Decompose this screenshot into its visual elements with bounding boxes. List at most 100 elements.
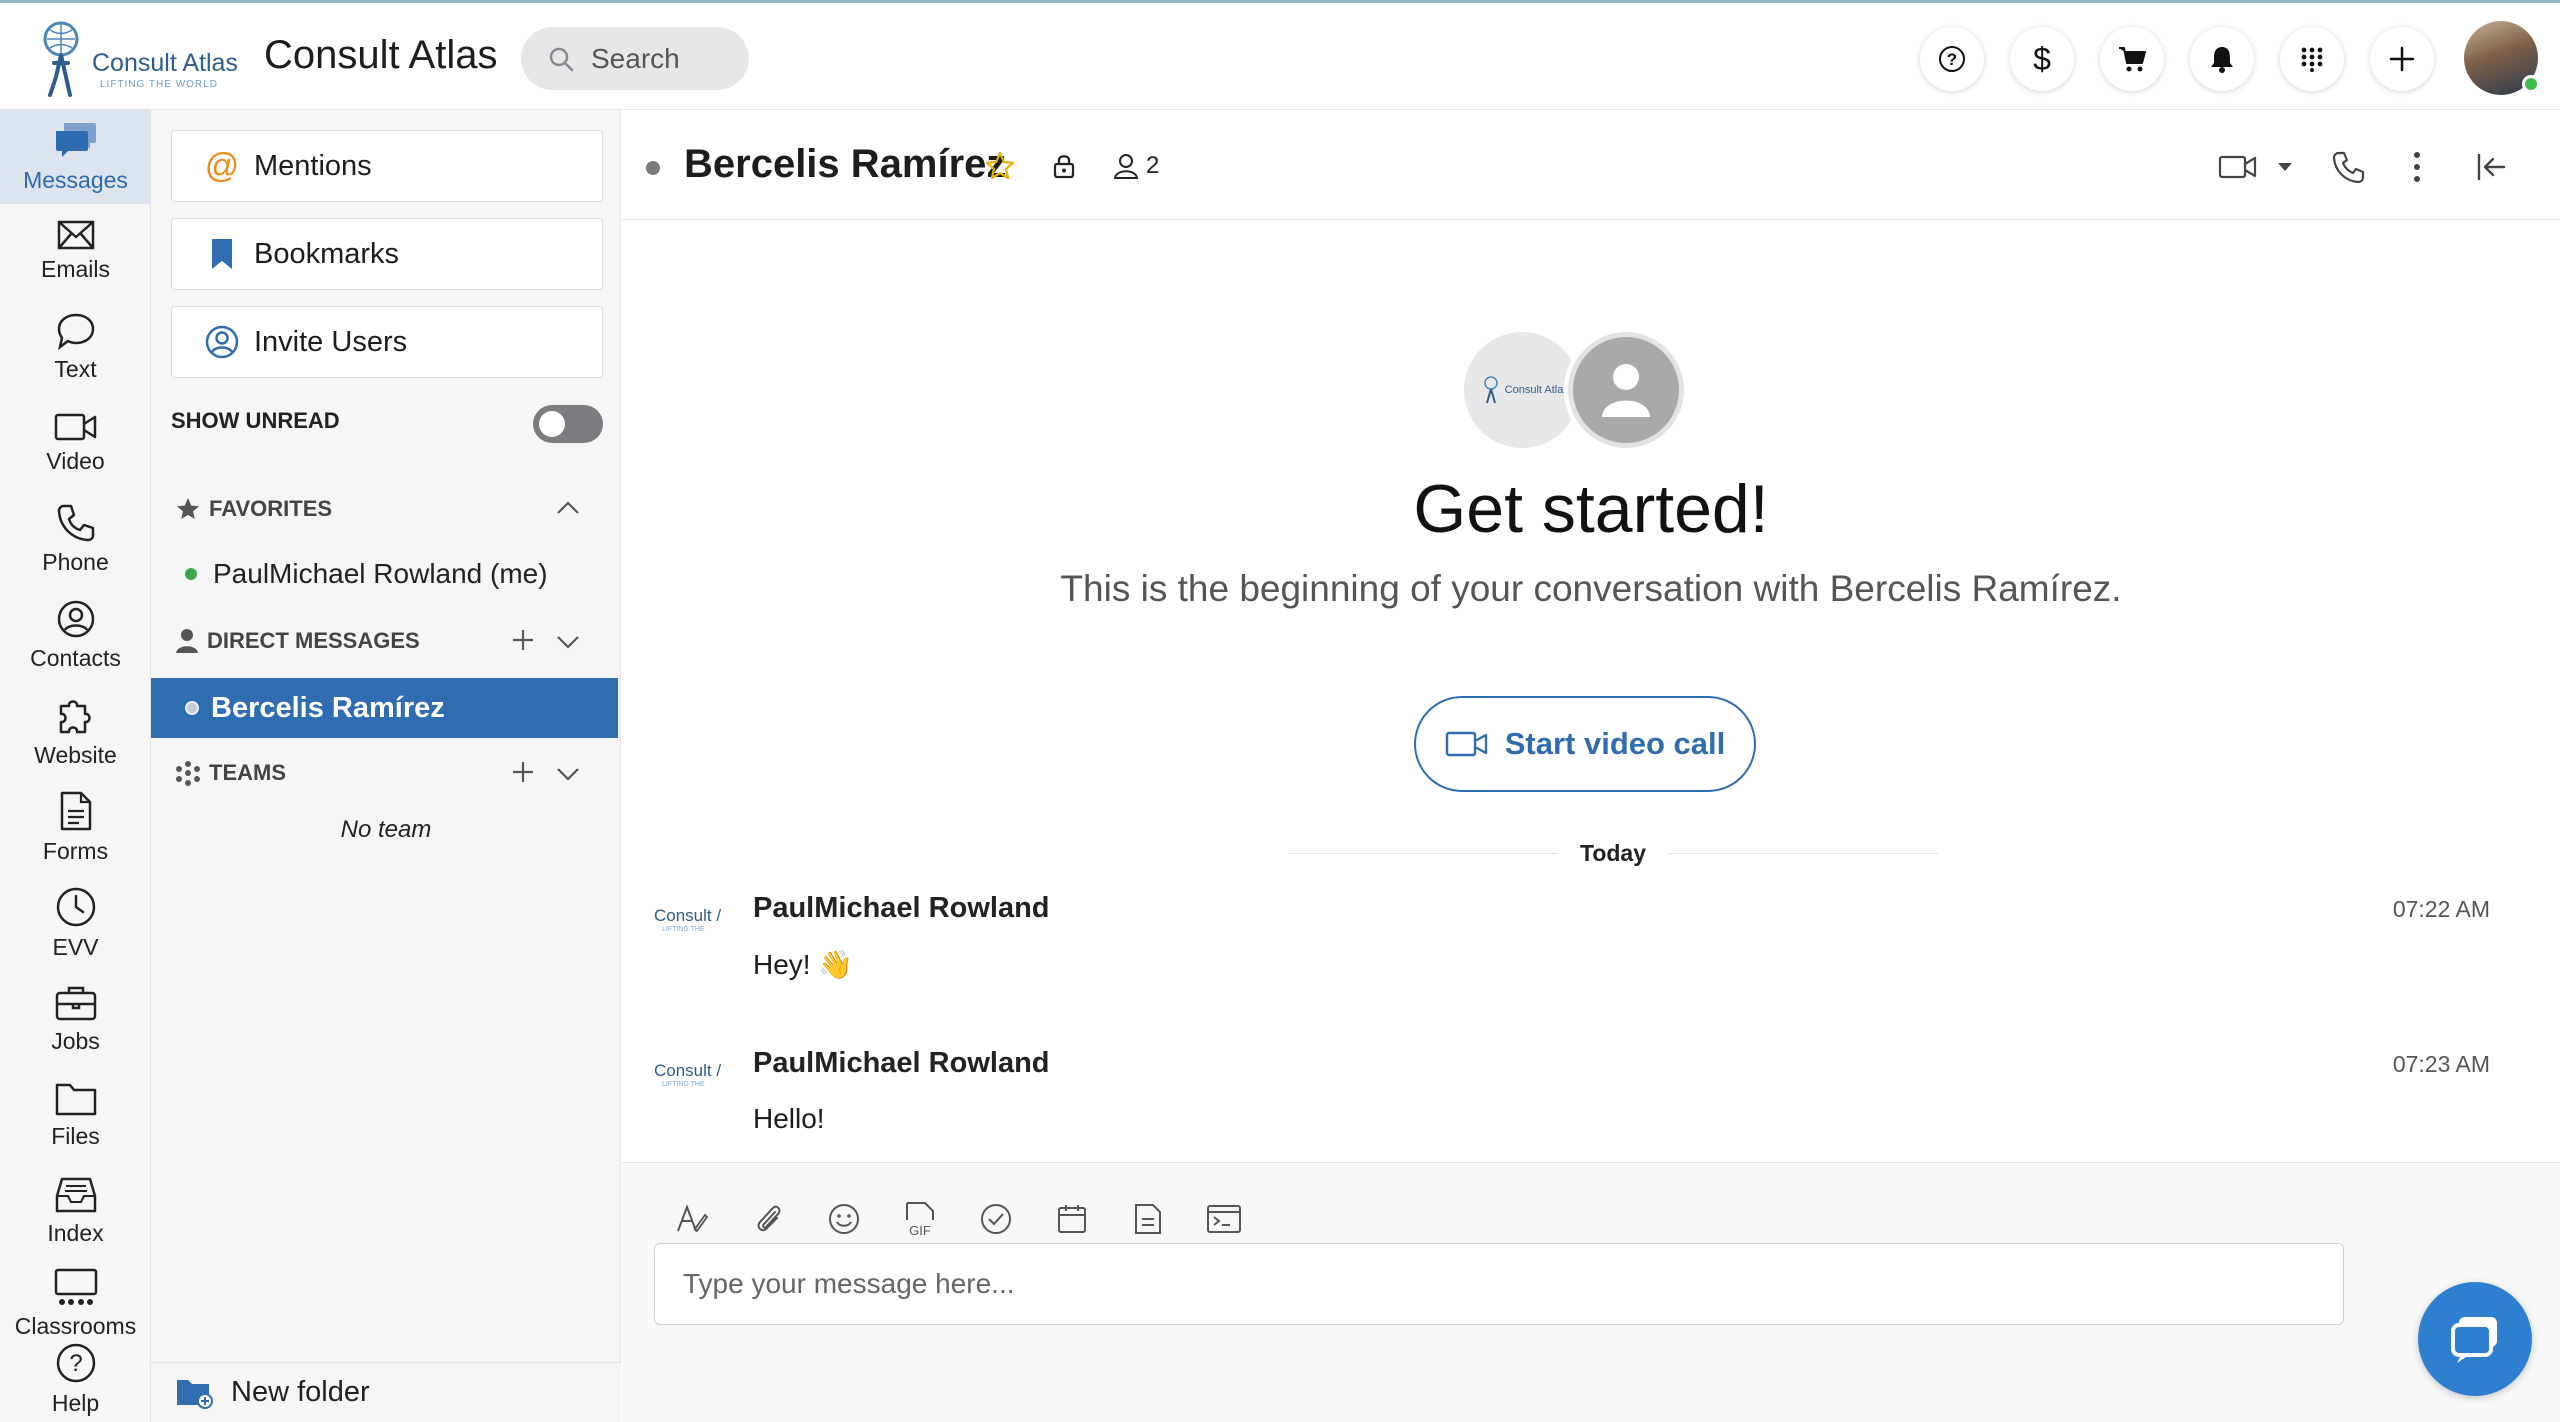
task-button[interactable]: [972, 1195, 1020, 1243]
rail-item-video[interactable]: Video: [0, 396, 151, 490]
format-button[interactable]: [668, 1195, 716, 1243]
help-circle-icon: ?: [56, 1343, 95, 1382]
messages-icon: [55, 122, 96, 157]
code-snippet-button[interactable]: [1200, 1195, 1248, 1243]
phone-icon[interactable]: [2332, 150, 2366, 184]
rail-item-files[interactable]: Files: [0, 1068, 151, 1162]
bell-icon: [2211, 47, 2233, 73]
favorite-item[interactable]: PaulMichael Rowland (me): [185, 558, 548, 590]
rail-item-text[interactable]: Text: [0, 300, 151, 394]
logo-tagline: LIFTING THE WORLD: [100, 79, 218, 90]
rail-item-label: Jobs: [51, 1027, 100, 1054]
app-logo[interactable]: Consult Atlas LIFTING THE WORLD: [36, 19, 246, 99]
avatar-logo-text: Consult Atla: [1504, 384, 1564, 396]
star-filled-icon: [177, 498, 199, 519]
search-box[interactable]: Search: [521, 27, 749, 90]
notifications-button[interactable]: [2190, 27, 2254, 91]
rail-item-evv[interactable]: EVV: [0, 876, 151, 970]
teams-collapse[interactable]: [555, 766, 581, 782]
add-team-button[interactable]: [511, 760, 535, 784]
direct-messages-header[interactable]: DIRECT MESSAGES: [175, 628, 420, 654]
contact-avatar: [1564, 328, 1688, 452]
message-author[interactable]: PaulMichael Rowland: [753, 1047, 1050, 1080]
teams-header[interactable]: TEAMS: [175, 760, 286, 786]
mentions-label: Mentions: [254, 149, 372, 182]
search-placeholder: Search: [591, 42, 680, 74]
rail-item-label: Video: [46, 447, 105, 474]
calendar-button[interactable]: [1048, 1195, 1096, 1243]
caret-down-icon[interactable]: [2276, 161, 2294, 173]
rail-item-label: Phone: [42, 548, 109, 575]
rail-item-jobs[interactable]: Jobs: [0, 972, 151, 1066]
top-bar: Consult Atlas LIFTING THE WORLD Consult …: [0, 0, 2560, 110]
plus-icon: [513, 762, 533, 782]
create-button[interactable]: [2370, 27, 2434, 91]
members-icon[interactable]: [1112, 152, 1140, 180]
channel-meta: 2: [984, 150, 1159, 182]
help-button[interactable]: ?: [1920, 27, 1984, 91]
bookmarks-button[interactable]: Bookmarks: [171, 218, 603, 290]
atlas-globe-icon: [1483, 376, 1498, 404]
start-video-call-button[interactable]: Start video call: [1414, 696, 1756, 792]
message-input[interactable]: [654, 1243, 2344, 1325]
rail-item-messages[interactable]: Messages: [0, 110, 151, 204]
user-circle-icon: [204, 324, 240, 360]
teams-icon: [176, 761, 200, 786]
rail-item-label: Emails: [40, 255, 110, 282]
apps-button[interactable]: [2280, 27, 2344, 91]
gif-icon: GIF: [906, 1202, 934, 1238]
invite-users-button[interactable]: Invite Users: [171, 306, 603, 378]
chat-bubble-icon: [57, 313, 94, 350]
rail-item-label: Website: [34, 741, 117, 768]
rail-item-contacts[interactable]: Contacts: [0, 588, 151, 682]
collapse-panel-icon[interactable]: [2476, 151, 2508, 183]
attach-button[interactable]: [744, 1195, 792, 1243]
mentions-button[interactable]: @ Mentions: [171, 130, 603, 202]
rail-item-label: Messages: [23, 166, 128, 193]
phone-icon: [57, 504, 94, 541]
favorites-collapse[interactable]: [555, 500, 581, 516]
message-item[interactable]: Consult / LIFTING THE PaulMichael Rowlan…: [622, 1047, 2560, 1167]
classroom-icon: [54, 1268, 97, 1305]
document-icon: [60, 791, 91, 830]
more-vertical-icon[interactable]: [2412, 151, 2422, 183]
rail-item-index[interactable]: Index: [0, 1164, 151, 1258]
user-placeholder-icon: [1602, 364, 1650, 417]
channel-name: Bercelis Ramírez: [684, 142, 1007, 186]
person-icon: [176, 629, 198, 653]
message-author[interactable]: PaulMichael Rowland: [753, 892, 1050, 925]
add-direct-message-button[interactable]: [511, 628, 535, 652]
note-button[interactable]: [1124, 1195, 1172, 1243]
rail-item-label: Help: [51, 1389, 100, 1416]
new-folder-button[interactable]: New folder: [151, 1362, 621, 1422]
direct-message-item-active[interactable]: Bercelis Ramírez: [151, 678, 618, 738]
star-outline-icon[interactable]: [984, 150, 1016, 182]
chevron-up-icon: [557, 501, 579, 514]
video-camera-icon[interactable]: [2218, 153, 2258, 181]
user-avatar[interactable]: [2464, 21, 2540, 95]
rail-item-phone[interactable]: Phone: [0, 492, 151, 586]
emoji-button[interactable]: [820, 1195, 868, 1243]
apps-grid-icon: [2301, 47, 2323, 72]
gif-button[interactable]: GIF: [896, 1195, 944, 1243]
rail-item-help[interactable]: ? Help: [0, 1332, 151, 1422]
conversation-panel: Bercelis Ramírez 2 Consult Atla Get star…: [622, 110, 2560, 1422]
member-count[interactable]: 2: [1146, 152, 1159, 180]
svg-text:$: $: [2033, 42, 2051, 76]
chevron-down-icon: [557, 768, 579, 781]
folder-icon: [55, 1083, 96, 1115]
rail-item-emails[interactable]: Emails: [0, 204, 151, 298]
message-item[interactable]: Consult / LIFTING THE PaulMichael Rowlan…: [622, 892, 2560, 1012]
message-time: 07:22 AM: [2392, 896, 2490, 922]
support-chat-button[interactable]: [2418, 1282, 2532, 1396]
rail-item-forms[interactable]: Forms: [0, 780, 151, 874]
favorites-header[interactable]: FAVORITES: [175, 496, 332, 522]
bookmarks-label: Bookmarks: [254, 237, 400, 270]
format-icon: [677, 1204, 709, 1233]
show-unread-toggle[interactable]: [533, 405, 603, 443]
billing-button[interactable]: $: [2010, 27, 2074, 91]
rail-item-website[interactable]: Website: [0, 684, 151, 778]
search-icon: [549, 47, 574, 71]
cart-button[interactable]: [2100, 27, 2164, 91]
direct-messages-collapse[interactable]: [555, 634, 581, 650]
